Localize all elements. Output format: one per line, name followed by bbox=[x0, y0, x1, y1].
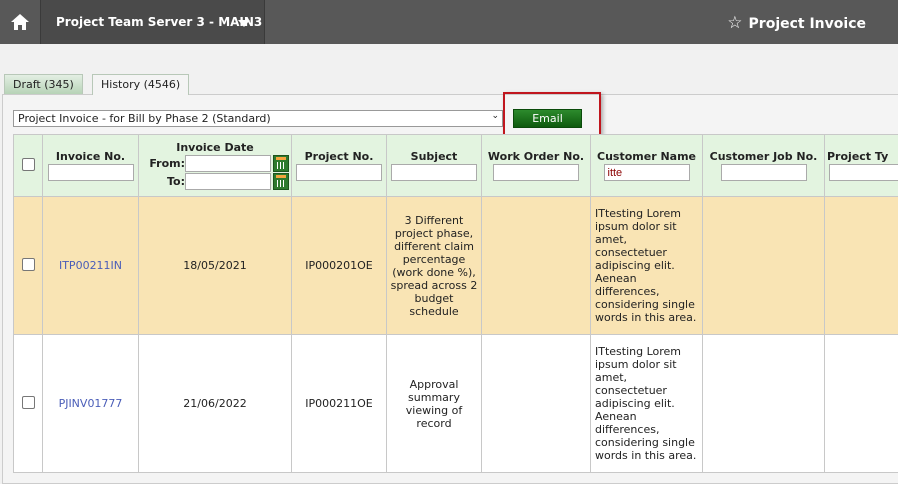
star-icon[interactable]: ☆ bbox=[727, 13, 742, 33]
calendar-icon[interactable] bbox=[273, 173, 289, 190]
chevron-down-icon bbox=[238, 20, 250, 27]
project-selector[interactable]: Project Team Server 3 - MAIN3 bbox=[40, 0, 265, 44]
table-row[interactable]: ITP00211IN 18/05/2021 IP000201OE 3 Diffe… bbox=[14, 197, 898, 335]
select-all-checkbox[interactable] bbox=[22, 158, 35, 171]
subject-filter[interactable] bbox=[391, 164, 477, 181]
invoice-table: Invoice No. Invoice Date From: To: Proje… bbox=[13, 134, 898, 473]
customer-job-filter[interactable] bbox=[721, 164, 807, 181]
date-to-input[interactable] bbox=[185, 173, 271, 190]
invoice-no-filter[interactable] bbox=[48, 164, 134, 181]
highlight-box bbox=[503, 92, 601, 136]
top-bar: Project Team Server 3 - MAIN3 ☆Project I… bbox=[0, 0, 898, 44]
calendar-icon[interactable] bbox=[273, 155, 289, 172]
row-checkbox[interactable] bbox=[22, 396, 35, 409]
work-order-filter[interactable] bbox=[493, 164, 579, 181]
home-icon bbox=[10, 13, 30, 31]
customer-name-filter[interactable] bbox=[604, 164, 690, 181]
home-button[interactable] bbox=[0, 0, 40, 44]
invoice-link[interactable]: PJINV01777 bbox=[59, 397, 123, 410]
chevron-down-icon: ⌄ bbox=[491, 111, 499, 121]
tab-draft[interactable]: Draft (345) bbox=[4, 74, 83, 94]
table-row[interactable]: PJINV01777 21/06/2022 IP000211OE Approva… bbox=[14, 335, 898, 473]
tab-history[interactable]: History (4546) bbox=[92, 74, 189, 95]
row-checkbox[interactable] bbox=[22, 258, 35, 271]
invoice-link[interactable]: ITP00211IN bbox=[59, 259, 122, 272]
page-title: ☆Project Invoice bbox=[727, 13, 866, 33]
date-from-input[interactable] bbox=[185, 155, 271, 172]
template-select[interactable]: Project Invoice - for Bill by Phase 2 (S… bbox=[13, 110, 503, 127]
header-row: Invoice No. Invoice Date From: To: Proje… bbox=[14, 135, 898, 197]
project-no-filter[interactable] bbox=[296, 164, 382, 181]
project-type-filter[interactable] bbox=[829, 164, 898, 181]
